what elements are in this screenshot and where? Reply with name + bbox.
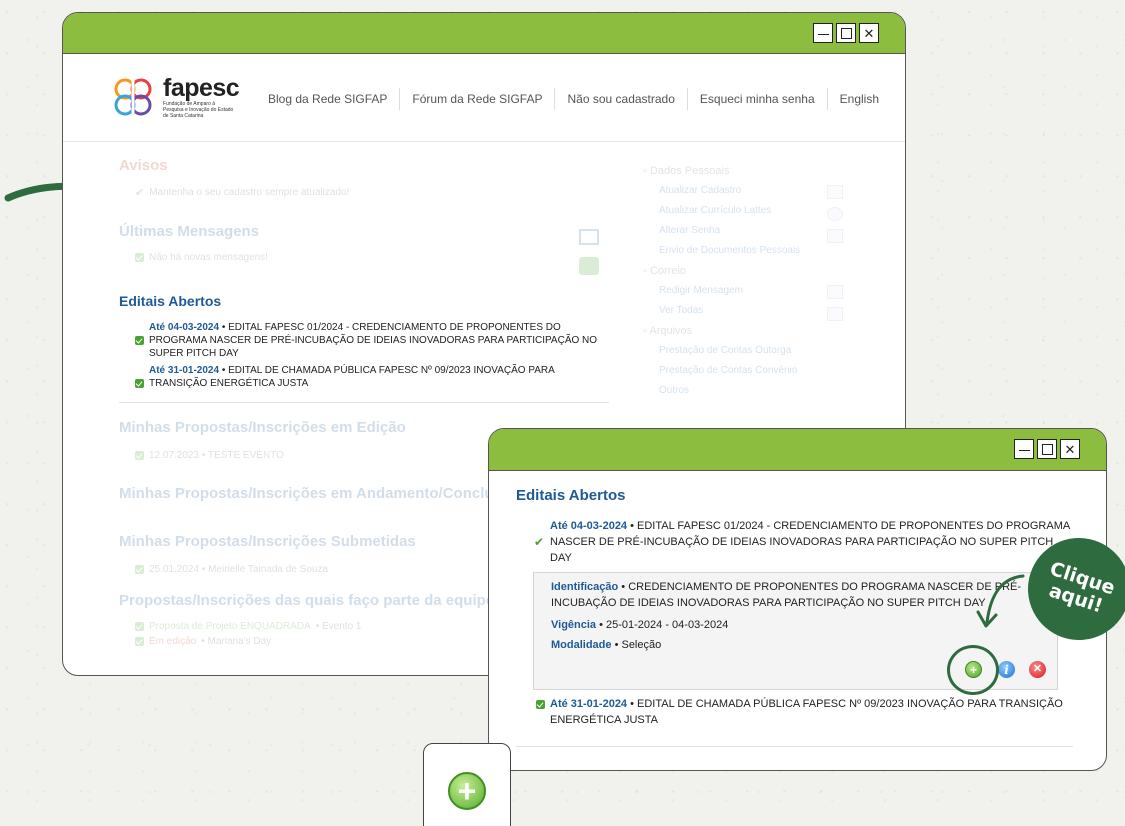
edital-date[interactable]: Até 04-03-2024	[149, 322, 219, 333]
top-navigation: Blog da Rede SIGFAP Fórum da Rede SIGFAP…	[256, 88, 891, 110]
checkbox-icon	[135, 637, 144, 646]
window-controls: ✕	[813, 23, 879, 43]
edital-text: • EDITAL FAPESC 01/2024 - CREDENCIAMENTO…	[550, 520, 1070, 564]
maximize-icon	[840, 27, 852, 39]
nav-forum[interactable]: Fórum da Rede SIGFAP	[399, 88, 554, 110]
delete-x-icon[interactable]: ✕	[1029, 661, 1046, 678]
sidebar-group-title: ▫ Correio	[643, 265, 687, 277]
minimize-button[interactable]	[1014, 439, 1034, 459]
envelope-icon	[827, 307, 843, 321]
edital-date[interactable]: Até 04-03-2024	[550, 520, 627, 532]
editais-detail-content: Editais Abertos ✔ Até 04-03-2024 • EDITA…	[489, 471, 1106, 747]
edital-item[interactable]: Até 04-03-2024 • EDITAL FAPESC 01/2024 -…	[119, 321, 609, 360]
checkbox-icon	[135, 622, 144, 631]
brand-name: fapesc	[163, 74, 240, 102]
vigencia-row: Vigência • 25-01-2024 - 04-03-2024	[551, 617, 1057, 633]
pencil-icon	[827, 285, 843, 299]
check-icon: ✔	[135, 187, 145, 199]
window-titlebar: ✕	[63, 13, 905, 54]
close-icon: ✕	[1064, 441, 1076, 457]
equipe-text[interactable]: • Mariana's Day	[201, 636, 271, 647]
sidebar-item-alterar-senha[interactable]: Alterar Senha	[643, 225, 843, 236]
maximize-icon	[1041, 443, 1053, 455]
modalidade-label: Modalidade	[551, 639, 612, 651]
sidebar-item-outros[interactable]: Outros	[643, 385, 843, 396]
sidebar-item-contas-outorga[interactable]: Prestação de Contas Outorga	[643, 345, 843, 356]
fapesc-logo[interactable]: fapesc Fundação de Amparo à Pesquisa e I…	[109, 68, 259, 126]
checkbox-icon	[135, 253, 144, 262]
sidebar-item-redigir-mensagem[interactable]: Redigir Mensagem	[643, 285, 843, 296]
editais-title: Editais Abertos	[119, 293, 222, 309]
avisos-title: Avisos	[119, 157, 168, 174]
checkbox-icon	[135, 565, 144, 574]
site-header: fapesc Fundação de Amparo à Pesquisa e I…	[63, 54, 905, 142]
minimize-icon	[1018, 449, 1030, 452]
close-icon: ✕	[863, 25, 875, 41]
edital-item[interactable]: Até 31-01-2024 • EDITAL DE CHAMADA PÚBLI…	[119, 364, 609, 390]
edital-text: • EDITAL DE CHAMADA PÚBLICA FAPESC Nº 09…	[550, 698, 1063, 726]
edital-item[interactable]: Até 31-01-2024 • EDITAL DE CHAMADA PÚBLI…	[516, 696, 1071, 728]
avisos-item: Mantenha o seu cadastro sempre atualizad…	[149, 187, 350, 198]
propostas-submetidas-item[interactable]: 25.01.2024 • Meirielle Tainada de Souza	[149, 564, 328, 575]
profile-card-icon	[827, 185, 843, 199]
checkbox-icon	[536, 700, 545, 709]
brain-logo-icon	[114, 78, 152, 116]
key-icon	[827, 229, 843, 243]
maximize-button[interactable]	[1037, 439, 1057, 459]
vigencia-label: Vigência	[551, 619, 597, 631]
equipe-status: Proposta de Projeto ENQUADRADA	[149, 621, 311, 632]
equipe-text[interactable]: • Evento 1	[316, 621, 362, 632]
vigencia-value: • 25-01-2024 - 04-03-2024	[596, 619, 729, 631]
sidebar-item-atualizar-cadastro[interactable]: Atualizar Cadastro	[643, 185, 843, 196]
sidebar-item-ver-todas[interactable]: Ver Todas	[643, 305, 843, 316]
checkbox-icon	[135, 336, 144, 345]
section-divider	[119, 402, 609, 403]
brand-subtitle: Fundação de Amparo à Pesquisa e Inovação…	[163, 101, 234, 119]
zoomed-detail-window: ✕ Editais Abertos ✔ Até 04-03-2024 • EDI…	[488, 428, 1107, 771]
new-message-icon[interactable]	[579, 257, 599, 275]
mail-icon[interactable]	[579, 229, 599, 245]
checkbox-icon	[135, 451, 144, 460]
section-divider	[516, 746, 1073, 747]
identificacao-row: Identificação • CREDENCIAMENTO DE PROPON…	[551, 579, 1021, 611]
add-plus-icon-large[interactable]: +	[448, 771, 486, 810]
lattes-icon	[827, 207, 843, 221]
edital-item[interactable]: ✔ Até 04-03-2024 • EDITAL FAPESC 01/2024…	[516, 518, 1071, 566]
nav-english[interactable]: English	[826, 88, 891, 110]
sidebar-item-documentos-pessoais[interactable]: Envio de Documentos Pessoais	[643, 245, 843, 256]
edital-date[interactable]: Até 31-01-2024	[149, 365, 219, 376]
avisos-section: Avisos ✔ Mantenha o seu cadastro sempre …	[119, 157, 349, 199]
minimize-icon	[817, 33, 829, 36]
propostas-edicao-item[interactable]: 12.07.2023 • TESTE EVENTO	[149, 450, 284, 461]
identificacao-value: • CREDENCIAMENTO DE PROPONENTES DO PROGR…	[551, 581, 1022, 609]
modalidade-value: • Seleção	[611, 639, 662, 651]
mensagens-section: Últimas Mensagens Não há novas mensagens…	[119, 223, 599, 275]
info-icon[interactable]: i	[998, 661, 1015, 678]
mensagens-title: Últimas Mensagens	[119, 223, 260, 240]
equipe-status: Em edição	[149, 636, 197, 647]
sidebar-item-contas-convenio[interactable]: Prestação de Contas Convênio	[643, 365, 843, 376]
identificacao-label: Identificação	[551, 581, 619, 593]
nav-forgot-password[interactable]: Esqueci minha senha	[686, 88, 827, 110]
window-titlebar: ✕	[489, 429, 1106, 471]
mensagens-item: Não há novas mensagens!	[149, 252, 268, 263]
edital-date[interactable]: Até 31-01-2024	[550, 698, 627, 710]
close-button[interactable]: ✕	[859, 23, 879, 43]
check-icon: ✔	[534, 535, 545, 549]
sidebar-group-title: ▫ Arquivos	[643, 325, 693, 337]
sidebar-item-curriculo-lattes[interactable]: Atualizar Currículo Lattes	[643, 205, 843, 216]
editais-section: Editais Abertos Até 04-03-2024 • EDITAL …	[119, 293, 609, 403]
checkbox-icon	[135, 379, 144, 388]
add-button-zoom: +	[423, 743, 511, 826]
nav-blog[interactable]: Blog da Rede SIGFAP	[256, 88, 399, 110]
sidebar-menu: ▫ Dados Pessoais Atualizar Cadastro Atua…	[643, 161, 843, 405]
minimize-button[interactable]	[813, 23, 833, 43]
maximize-button[interactable]	[836, 23, 856, 43]
window-controls: ✕	[1014, 439, 1080, 459]
close-button[interactable]: ✕	[1060, 439, 1080, 459]
editais-title: Editais Abertos	[516, 487, 626, 504]
sidebar-group-title: ▫ Dados Pessoais	[643, 165, 730, 177]
nav-register[interactable]: Não sou cadastrado	[554, 88, 686, 110]
highlight-circle	[947, 645, 999, 695]
